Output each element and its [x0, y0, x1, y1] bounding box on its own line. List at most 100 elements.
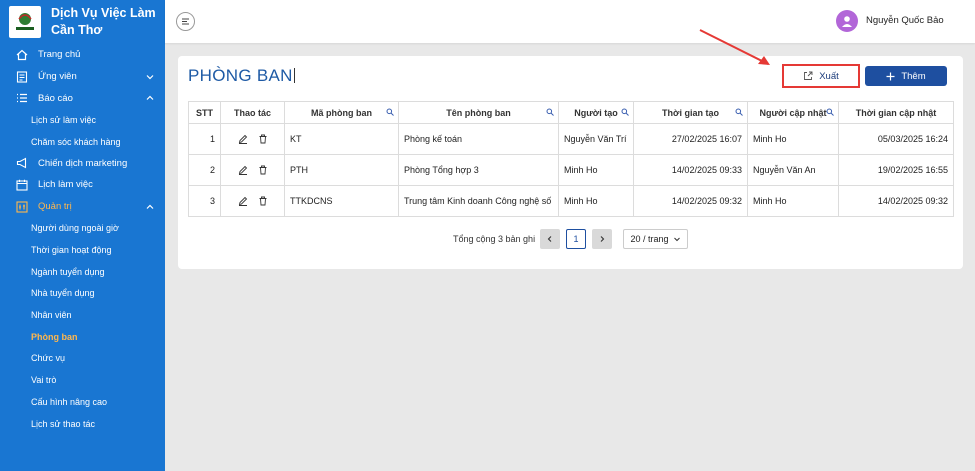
chevron-right-icon: [600, 236, 605, 242]
edit-icon[interactable]: [238, 134, 248, 144]
export-button[interactable]: Xuất: [803, 71, 839, 82]
cell-name: Phòng kế toán: [398, 123, 559, 155]
add-button[interactable]: Thêm: [865, 66, 947, 86]
col-header-updated[interactable]: Thời gian cập nhật: [838, 101, 954, 124]
search-icon[interactable]: [826, 108, 834, 116]
plus-icon: [886, 72, 895, 80]
sidebar-item-roles[interactable]: Vai trò: [0, 369, 165, 391]
search-icon[interactable]: [546, 108, 554, 116]
text-cursor: [293, 68, 295, 83]
col-header-name[interactable]: Tên phòng ban: [398, 101, 559, 124]
col-header-created[interactable]: Thời gian tạo: [633, 101, 748, 124]
cell-stt: 3: [188, 185, 221, 217]
user-name[interactable]: Nguyễn Quốc Bảo: [866, 15, 944, 26]
sidebar-item-candidates[interactable]: Ứng viên: [0, 66, 165, 88]
sidebar-item-industries[interactable]: Ngành tuyển dụng: [0, 261, 165, 283]
page-title: PHÒNG BAN: [188, 66, 295, 86]
sidebar-item-offhours-users[interactable]: Người dùng ngoài giờ: [0, 218, 165, 240]
table-row[interactable]: 1 KT Phòng kế toán Nguyễn Văn Trí 27/02/…: [188, 123, 954, 155]
menu-toggle-button[interactable]: [176, 12, 195, 31]
prev-page-button[interactable]: [540, 229, 560, 249]
hamburger-icon: [182, 18, 189, 25]
cell-code: PTH: [284, 154, 399, 186]
cell-created: 27/02/2025 16:07: [633, 123, 748, 155]
search-icon[interactable]: [735, 108, 743, 116]
brand[interactable]: Dịch Vụ Việc Làm Cần Thơ: [0, 0, 165, 44]
table-row[interactable]: 2 PTH Phòng Tổng hợp 3 Minh Ho 14/02/202…: [188, 154, 954, 186]
total-records: Tổng cộng 3 bản ghi: [453, 234, 536, 244]
sidebar-item-active-time[interactable]: Thời gian hoạt động: [0, 239, 165, 261]
cell-creator: Minh Ho: [558, 154, 634, 186]
page-size-value: 20 / trang: [630, 234, 669, 244]
sidebar-item-admin[interactable]: Quản trị: [0, 196, 165, 218]
col-header-creator-label: Người tạo: [574, 107, 618, 118]
sidebar-item-action-log[interactable]: Lịch sử thao tác: [0, 413, 165, 435]
search-icon[interactable]: [386, 108, 394, 116]
sidebar-item-departments[interactable]: Phòng ban: [0, 326, 165, 348]
list-icon: [15, 92, 28, 105]
cell-name: Trung tâm Kinh doanh Công nghệ số: [398, 185, 559, 217]
chevron-up-icon: [146, 96, 154, 101]
col-header-code[interactable]: Mã phòng ban: [284, 101, 399, 124]
col-header-updated-label: Thời gian cập nhật: [855, 107, 937, 118]
delete-icon[interactable]: [258, 165, 268, 175]
cell-created: 14/02/2025 09:32: [633, 185, 748, 217]
export-icon: [804, 71, 813, 80]
sidebar-item-advanced-config[interactable]: Cấu hình nâng cao: [0, 391, 165, 413]
table-row[interactable]: 3 TTKDCNS Trung tâm Kinh doanh Công nghệ…: [188, 185, 954, 217]
cell-actions: [220, 123, 285, 155]
col-header-code-label: Mã phòng ban: [311, 107, 372, 118]
cell-creator: Nguyễn Văn Trí: [558, 123, 634, 155]
cell-name: Phòng Tổng hợp 3: [398, 154, 559, 186]
table-header-row: STT Thao tác Mã phòng ban Tên phòng ban …: [188, 101, 954, 124]
avatar[interactable]: [836, 10, 858, 32]
chevron-up-icon: [146, 204, 154, 209]
sidebar-item-customer-care[interactable]: Chăm sóc khách hàng: [0, 131, 165, 153]
megaphone-icon: [15, 157, 28, 170]
top-bar: Nguyễn Quốc Bảo: [165, 0, 975, 43]
page-size-select[interactable]: 20 / trang: [623, 229, 688, 249]
col-header-actions: Thao tác: [220, 101, 285, 124]
page-number-button[interactable]: 1: [566, 229, 586, 249]
edit-icon[interactable]: [238, 165, 248, 175]
cell-code: TTKDCNS: [284, 185, 399, 217]
cell-stt: 1: [188, 123, 221, 155]
annotation-arrow: [699, 29, 770, 65]
sidebar: Dịch Vụ Việc Làm Cần Thơ Trang chủ Ứng v…: [0, 0, 165, 471]
col-header-updater[interactable]: Người cập nhật: [747, 101, 839, 124]
sidebar-item-employers[interactable]: Nhà tuyển dụng: [0, 283, 165, 305]
sidebar-item-positions[interactable]: Chức vụ: [0, 348, 165, 370]
sidebar-item-reports[interactable]: Báo cáo: [0, 87, 165, 109]
pagination: Tổng cộng 3 bản ghi 1 20 / trang: [178, 229, 963, 249]
cell-updater: Nguyễn Văn An: [747, 154, 839, 186]
sidebar-item-home[interactable]: Trang chủ: [0, 44, 165, 66]
candidate-icon: [15, 70, 28, 83]
sidebar-item-staff[interactable]: Nhân viên: [0, 304, 165, 326]
admin-icon: [15, 200, 28, 213]
delete-icon[interactable]: [258, 196, 268, 206]
cell-updater: Minh Ho: [747, 123, 839, 155]
cell-actions: [220, 154, 285, 186]
cell-updated: 05/03/2025 16:24: [838, 123, 954, 155]
sidebar-nav: Trang chủ Ứng viên Báo cáo Lịch sử làm v…: [0, 44, 165, 434]
search-icon[interactable]: [621, 108, 629, 116]
user-icon: [842, 16, 852, 27]
next-page-button[interactable]: [592, 229, 612, 249]
chevron-left-icon: [547, 236, 552, 242]
col-header-name-label: Tên phòng ban: [446, 107, 511, 118]
edit-icon[interactable]: [238, 196, 248, 206]
delete-icon[interactable]: [258, 134, 268, 144]
col-header-creator[interactable]: Người tạo: [558, 101, 634, 124]
cell-stt: 2: [188, 154, 221, 186]
col-header-updater-label: Người cập nhật: [759, 107, 827, 118]
calendar-icon: [15, 178, 28, 191]
add-label: Thêm: [901, 70, 926, 82]
app-title: Dịch Vụ Việc Làm Cần Thơ: [51, 6, 156, 37]
chevron-down-icon: [673, 237, 680, 242]
sidebar-item-marketing[interactable]: Chiến dịch marketing: [0, 152, 165, 174]
logo: [9, 6, 41, 38]
export-label: Xuất: [819, 70, 839, 82]
sidebar-item-work-history[interactable]: Lịch sử làm việc: [0, 109, 165, 131]
sidebar-item-schedule[interactable]: Lịch làm việc: [0, 174, 165, 196]
cell-creator: Minh Ho: [558, 185, 634, 217]
